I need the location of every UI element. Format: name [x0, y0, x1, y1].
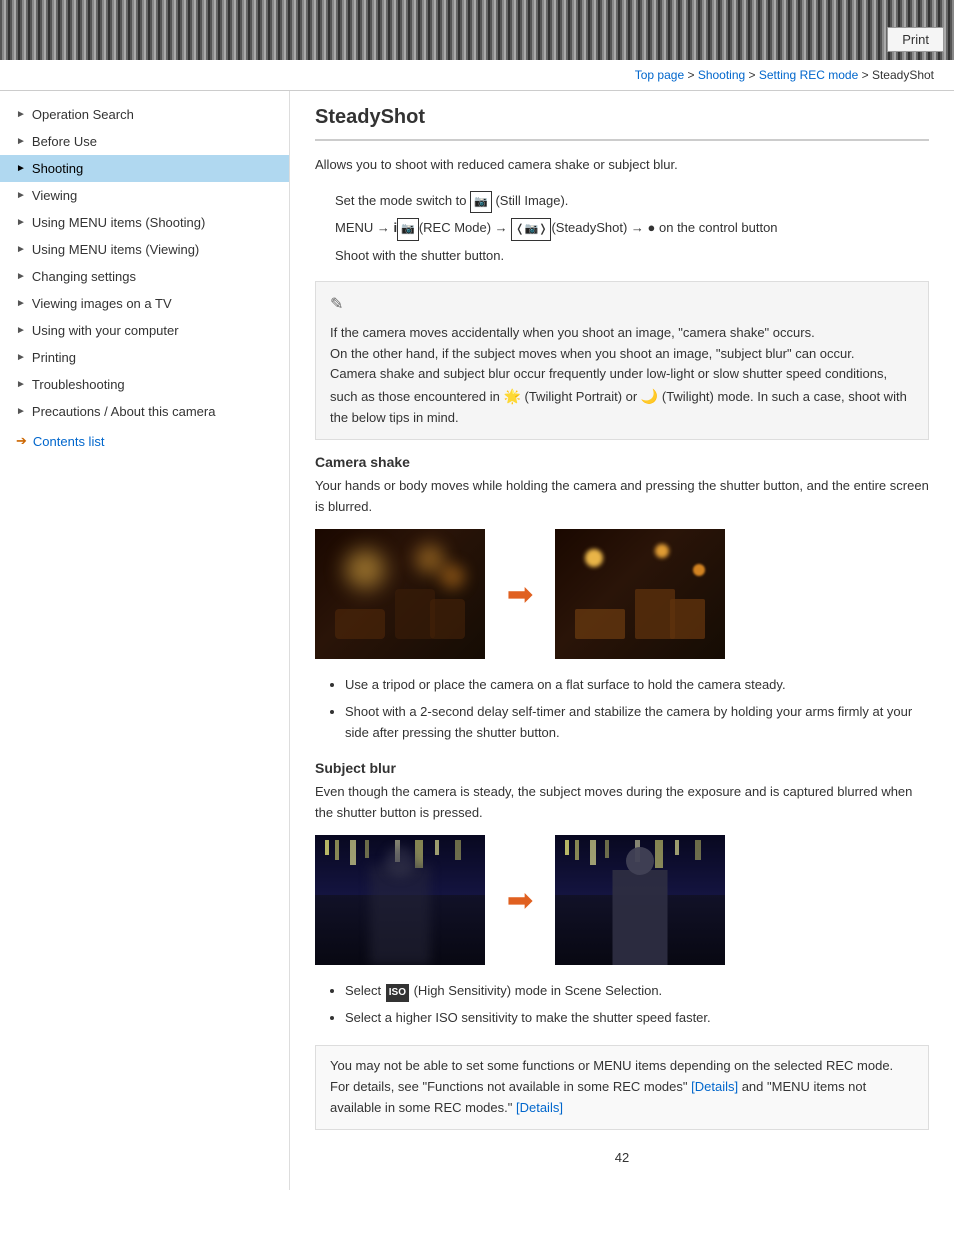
breadcrumb-current: SteadyShot — [872, 68, 934, 82]
details-link-2[interactable]: [Details] — [516, 1100, 563, 1115]
details-link-1[interactable]: [Details] — [691, 1079, 738, 1094]
subject-blur-after-image — [555, 835, 725, 965]
breadcrumb-shooting[interactable]: Shooting — [698, 68, 745, 82]
print-button[interactable]: Print — [887, 27, 944, 52]
arrow-icon: ► — [16, 298, 26, 309]
sidebar-item-printing[interactable]: ► Printing — [0, 344, 289, 371]
camera-shake-bullet-2: Shoot with a 2-second delay self-timer a… — [345, 702, 929, 744]
sidebar-item-troubleshooting[interactable]: ► Troubleshooting — [0, 371, 289, 398]
breadcrumb-sep1: > — [687, 68, 697, 82]
arrow-icon: ► — [16, 217, 26, 228]
sidebar-item-using-menu-viewing[interactable]: ► Using MENU items (Viewing) — [0, 236, 289, 263]
arrow-icon: ► — [16, 190, 26, 201]
camera-shake-before-image — [315, 529, 485, 659]
sidebar-item-precautions[interactable]: ► Precautions / About this camera — [0, 398, 289, 425]
camera-shake-heading: Camera shake — [315, 454, 929, 470]
sidebar-label: Changing settings — [32, 269, 136, 284]
arrow-icon: ► — [16, 109, 26, 120]
subject-blur-heading: Subject blur — [315, 760, 929, 776]
arrow-icon: ► — [16, 271, 26, 282]
sidebar-label: Troubleshooting — [32, 377, 125, 392]
arrow-between-icon-2: ➡ — [490, 881, 550, 919]
arrow-icon: ► — [16, 325, 26, 336]
page-number: 42 — [315, 1130, 929, 1175]
breadcrumb: Top page > Shooting > Setting REC mode >… — [0, 60, 954, 91]
instruction-1: Set the mode switch to 📷 (Still Image). — [335, 190, 929, 214]
breadcrumb-sep2: > — [749, 68, 759, 82]
arrow-icon: ► — [16, 352, 26, 363]
subject-blur-text: Even though the camera is steady, the su… — [315, 782, 929, 824]
page-title: SteadyShot — [315, 106, 929, 129]
breadcrumb-sep3: > — [862, 68, 872, 82]
sidebar-label: Viewing — [32, 188, 77, 203]
instruction-3: Shoot with the shutter button. — [335, 245, 929, 267]
header-bar: Print — [0, 0, 954, 60]
note-text: If the camera moves accidentally when yo… — [330, 323, 914, 429]
arrow-icon: ► — [16, 163, 26, 174]
arrow-icon: ► — [16, 379, 26, 390]
arrow-icon: ► — [16, 406, 26, 417]
camera-shake-text: Your hands or body moves while holding t… — [315, 476, 929, 518]
camera-shake-after-image — [555, 529, 725, 659]
instruction-2: MENU → i📷(REC Mode) → ❬📷❭(SteadyShot) → … — [335, 217, 929, 241]
note-box: ✎ If the camera moves accidentally when … — [315, 281, 929, 440]
sidebar-label: Precautions / About this camera — [32, 404, 216, 419]
sidebar-item-shooting[interactable]: ► Shooting — [0, 155, 289, 182]
subject-blur-before-image — [315, 835, 485, 965]
breadcrumb-setting-rec[interactable]: Setting REC mode — [759, 68, 858, 82]
sidebar-label: Shooting — [32, 161, 83, 176]
camera-shake-bullets: Use a tripod or place the camera on a fl… — [325, 675, 929, 743]
page-layout: ► Operation Search ► Before Use ► Shooti… — [0, 91, 954, 1190]
sidebar-item-viewing-images-tv[interactable]: ► Viewing images on a TV — [0, 290, 289, 317]
page-title-section: SteadyShot — [315, 106, 929, 141]
sidebar-item-before-use[interactable]: ► Before Use — [0, 128, 289, 155]
note-bottom: You may not be able to set some function… — [315, 1045, 929, 1129]
sidebar: ► Operation Search ► Before Use ► Shooti… — [0, 91, 290, 1190]
contents-list-link[interactable]: ➔ Contents list — [0, 425, 289, 457]
main-content: SteadyShot Allows you to shoot with redu… — [290, 91, 954, 1190]
intro-text: Allows you to shoot with reduced camera … — [315, 155, 929, 176]
sidebar-label: Using with your computer — [32, 323, 179, 338]
sidebar-label: Viewing images on a TV — [32, 296, 172, 311]
sidebar-item-viewing[interactable]: ► Viewing — [0, 182, 289, 209]
iso-icon: ISO — [386, 984, 409, 1002]
sidebar-label: Before Use — [32, 134, 97, 149]
subject-blur-bullet-1: Select ISO (High Sensitivity) mode in Sc… — [345, 981, 929, 1002]
note-icon: ✎ — [330, 292, 914, 318]
arrow-between-icon: ➡ — [490, 575, 550, 613]
arrow-right-icon: ➔ — [16, 433, 27, 449]
sidebar-label: Using MENU items (Shooting) — [32, 215, 205, 230]
sidebar-item-using-menu-shooting[interactable]: ► Using MENU items (Shooting) — [0, 209, 289, 236]
subject-blur-bullet-2: Select a higher ISO sensitivity to make … — [345, 1008, 929, 1029]
sidebar-label: Operation Search — [32, 107, 134, 122]
contents-link-label: Contents list — [33, 434, 105, 449]
sidebar-item-using-computer[interactable]: ► Using with your computer — [0, 317, 289, 344]
sidebar-item-operation-search[interactable]: ► Operation Search — [0, 101, 289, 128]
subject-blur-bullets: Select ISO (High Sensitivity) mode in Sc… — [325, 981, 929, 1029]
subject-blur-images: ➡ — [315, 835, 929, 965]
sidebar-item-changing-settings[interactable]: ► Changing settings — [0, 263, 289, 290]
arrow-icon: ► — [16, 244, 26, 255]
camera-shake-bullet-1: Use a tripod or place the camera on a fl… — [345, 675, 929, 696]
sidebar-label: Printing — [32, 350, 76, 365]
camera-shake-images: ➡ — [315, 529, 929, 659]
arrow-icon: ► — [16, 136, 26, 147]
sidebar-label: Using MENU items (Viewing) — [32, 242, 199, 257]
breadcrumb-top[interactable]: Top page — [635, 68, 684, 82]
